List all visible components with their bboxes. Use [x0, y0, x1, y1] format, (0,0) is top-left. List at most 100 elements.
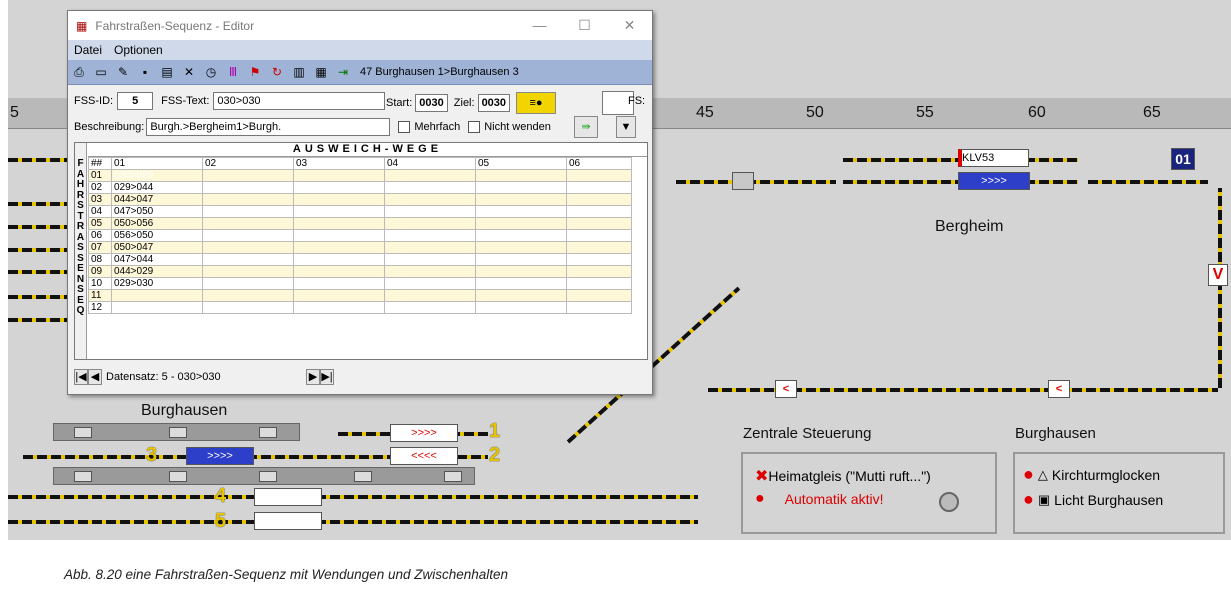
empty-cell[interactable] — [475, 253, 567, 266]
empty-cell[interactable] — [384, 265, 476, 278]
train-klv53[interactable]: KLV53 — [958, 149, 1029, 167]
heimatgleis-row[interactable]: ✖ Heimatgleis ("Mutti ruft...") — [755, 466, 931, 486]
empty-cell[interactable] — [202, 181, 294, 194]
empty-cell[interactable] — [293, 205, 385, 218]
empty-cell[interactable] — [566, 265, 632, 278]
empty-cell[interactable] — [475, 301, 567, 314]
empty-cell[interactable] — [566, 181, 632, 194]
empty-cell[interactable] — [293, 253, 385, 266]
empty-cell[interactable] — [202, 205, 294, 218]
automatik-toggle[interactable] — [939, 492, 959, 512]
empty-cell[interactable] — [566, 229, 632, 242]
empty-cell[interactable] — [566, 253, 632, 266]
minimize-icon[interactable]: — — [517, 17, 562, 34]
table-row[interactable]: 06 056>050 — [88, 229, 632, 242]
route-cell[interactable]: 029>030 — [111, 277, 203, 290]
exit-icon[interactable]: ⇥ — [334, 64, 352, 80]
block-track-4[interactable] — [254, 488, 322, 506]
empty-cell[interactable] — [293, 169, 385, 182]
empty-cell[interactable] — [384, 217, 476, 230]
empty-cell[interactable] — [566, 169, 632, 182]
empty-cell[interactable] — [384, 241, 476, 254]
empty-cell[interactable] — [293, 229, 385, 242]
empty-cell[interactable] — [293, 265, 385, 278]
refresh-icon[interactable]: ↻ — [268, 64, 286, 80]
new-icon[interactable]: ▭ — [92, 64, 110, 80]
empty-cell[interactable] — [384, 301, 476, 314]
dropdown-arrow-icon[interactable]: ▼ — [616, 116, 636, 138]
beschreibung-field[interactable]: Burgh.>Bergheim1>Burgh. — [146, 118, 391, 136]
close-icon[interactable]: ✕ — [607, 17, 652, 34]
empty-cell[interactable] — [202, 277, 294, 290]
table-row[interactable]: 05 050>056 — [88, 217, 632, 230]
mehrfach-checkbox[interactable] — [398, 121, 411, 133]
table-row[interactable]: 07 050>047 — [88, 241, 632, 254]
table-row[interactable]: 04 047>050 — [88, 205, 632, 218]
table-row[interactable]: 03 044>047 — [88, 193, 632, 206]
empty-cell[interactable] — [384, 181, 476, 194]
empty-cell[interactable] — [475, 169, 567, 182]
empty-cell[interactable] — [475, 181, 567, 194]
empty-cell[interactable] — [566, 217, 632, 230]
licht-row[interactable]: ● ▣ Licht Burghausen — [1023, 489, 1163, 510]
column-header[interactable]: 05 — [475, 157, 567, 170]
direction-marker[interactable]: < — [1048, 380, 1070, 398]
route-cell[interactable] — [111, 301, 203, 314]
empty-cell[interactable] — [475, 241, 567, 254]
table-row[interactable]: 02 029>044 — [88, 181, 632, 194]
open-icon[interactable]: ✎ — [114, 64, 132, 80]
fss-text-field[interactable]: 030>030 — [213, 92, 386, 110]
table-row[interactable]: 01 030>029 — [88, 169, 632, 182]
direction-marker[interactable]: < — [775, 380, 797, 398]
empty-cell[interactable] — [475, 265, 567, 278]
next-record-icon[interactable]: ▶ — [306, 369, 320, 385]
table-row[interactable]: 08 047>044 — [88, 253, 632, 266]
empty-cell[interactable] — [293, 193, 385, 206]
fss-id-field[interactable]: 5 — [117, 92, 154, 110]
maximize-icon[interactable]: ☐ — [562, 17, 607, 34]
empty-cell[interactable] — [566, 301, 632, 314]
route-cell[interactable] — [111, 289, 203, 302]
block-bergheim-2[interactable]: >>>> — [958, 172, 1030, 190]
menu-optionen[interactable]: Optionen — [114, 43, 163, 57]
kirchturm-row[interactable]: ● △ Kirchturmglocken — [1023, 464, 1160, 485]
table-row[interactable]: 09 044>029 — [88, 265, 632, 278]
track-block[interactable] — [732, 172, 754, 190]
v-marker[interactable]: V — [1208, 264, 1228, 286]
tracks-icon[interactable]: ▥ — [290, 64, 308, 80]
empty-cell[interactable] — [384, 169, 476, 182]
route-cell[interactable]: 044>029 — [111, 265, 203, 278]
empty-cell[interactable] — [384, 253, 476, 266]
delete-icon[interactable]: ✕ — [180, 64, 198, 80]
empty-cell[interactable] — [202, 217, 294, 230]
save-icon[interactable]: ▪ — [136, 64, 154, 80]
route-cell[interactable]: 050>047 — [111, 241, 203, 254]
ziel-field[interactable]: 0030 — [477, 94, 511, 112]
column-header[interactable]: 02 — [202, 157, 294, 170]
clock-icon[interactable]: ◷ — [202, 64, 220, 80]
printer-icon[interactable]: ▤ — [158, 64, 176, 80]
empty-cell[interactable] — [384, 229, 476, 242]
route-cell[interactable]: 047>050 — [111, 205, 203, 218]
empty-cell[interactable] — [293, 241, 385, 254]
empty-cell[interactable] — [293, 301, 385, 314]
signal-button[interactable]: ≡● — [516, 92, 557, 114]
empty-cell[interactable] — [293, 277, 385, 290]
start-field[interactable]: 0030 — [415, 94, 448, 112]
empty-cell[interactable] — [202, 169, 294, 182]
empty-cell[interactable] — [202, 229, 294, 242]
empty-cell[interactable] — [384, 289, 476, 302]
layout-icon[interactable]: ▦ — [312, 64, 330, 80]
block-track-5[interactable] — [254, 512, 322, 530]
route-cell[interactable]: 047>044 — [111, 253, 203, 266]
empty-cell[interactable] — [202, 289, 294, 302]
flag-icon[interactable]: ⚑ — [246, 64, 264, 80]
empty-cell[interactable] — [202, 253, 294, 266]
table-row[interactable]: 10 029>030 — [88, 277, 632, 290]
route-cell[interactable]: 044>047 — [111, 193, 203, 206]
empty-cell[interactable] — [566, 193, 632, 206]
column-header[interactable]: ## — [88, 157, 112, 170]
empty-cell[interactable] — [475, 193, 567, 206]
empty-cell[interactable] — [475, 289, 567, 302]
empty-cell[interactable] — [475, 217, 567, 230]
